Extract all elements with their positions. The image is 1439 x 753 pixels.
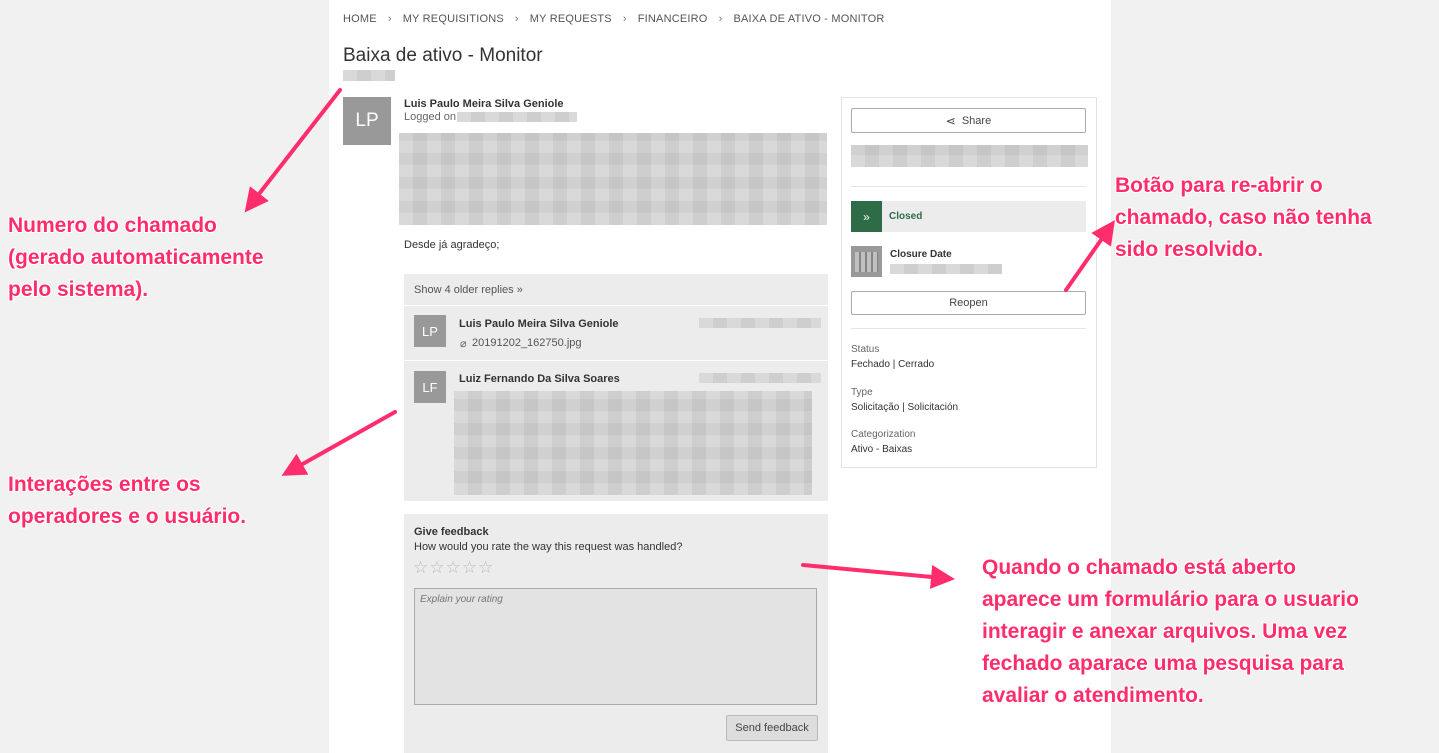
annotation-line: aparece um formulário para o usuario — [982, 588, 1359, 611]
annotation-line: (gerado automaticamente — [8, 246, 264, 269]
arrow-to-feedback — [801, 563, 955, 589]
annotation-interactions: Interações entre os operadores e o usuár… — [8, 469, 246, 533]
annotation-line: chamado, caso não tenha — [1115, 206, 1372, 229]
annotation-form: Quando o chamado está aberto aparece um … — [982, 552, 1359, 712]
annotation-ticket-number: Numero do chamado (gerado automaticament… — [8, 210, 264, 306]
annotation-line: avaliar o atendimento. — [982, 684, 1204, 707]
annotation-line: Botão para re-abrir o — [1115, 174, 1323, 197]
arrow-to-replies — [281, 410, 397, 476]
annotation-line: Quando o chamado está aberto — [982, 556, 1296, 579]
arrow-to-reopen — [1064, 220, 1115, 292]
arrow-to-ticket-number — [244, 88, 342, 213]
annotation-line: Interações entre os — [8, 473, 201, 496]
annotation-line: sido resolvido. — [1115, 238, 1264, 261]
annotation-line: Numero do chamado — [8, 214, 217, 237]
annotation-line: pelo sistema). — [8, 278, 149, 301]
annotation-reopen: Botão para re-abrir o chamado, caso não … — [1115, 170, 1372, 266]
annotation-line: fechado aparace uma pesquisa para — [982, 652, 1344, 675]
annotation-line: interagir e anexar arquivos. Uma vez — [982, 620, 1348, 643]
annotation-line: operadores e o usuário. — [8, 505, 247, 528]
